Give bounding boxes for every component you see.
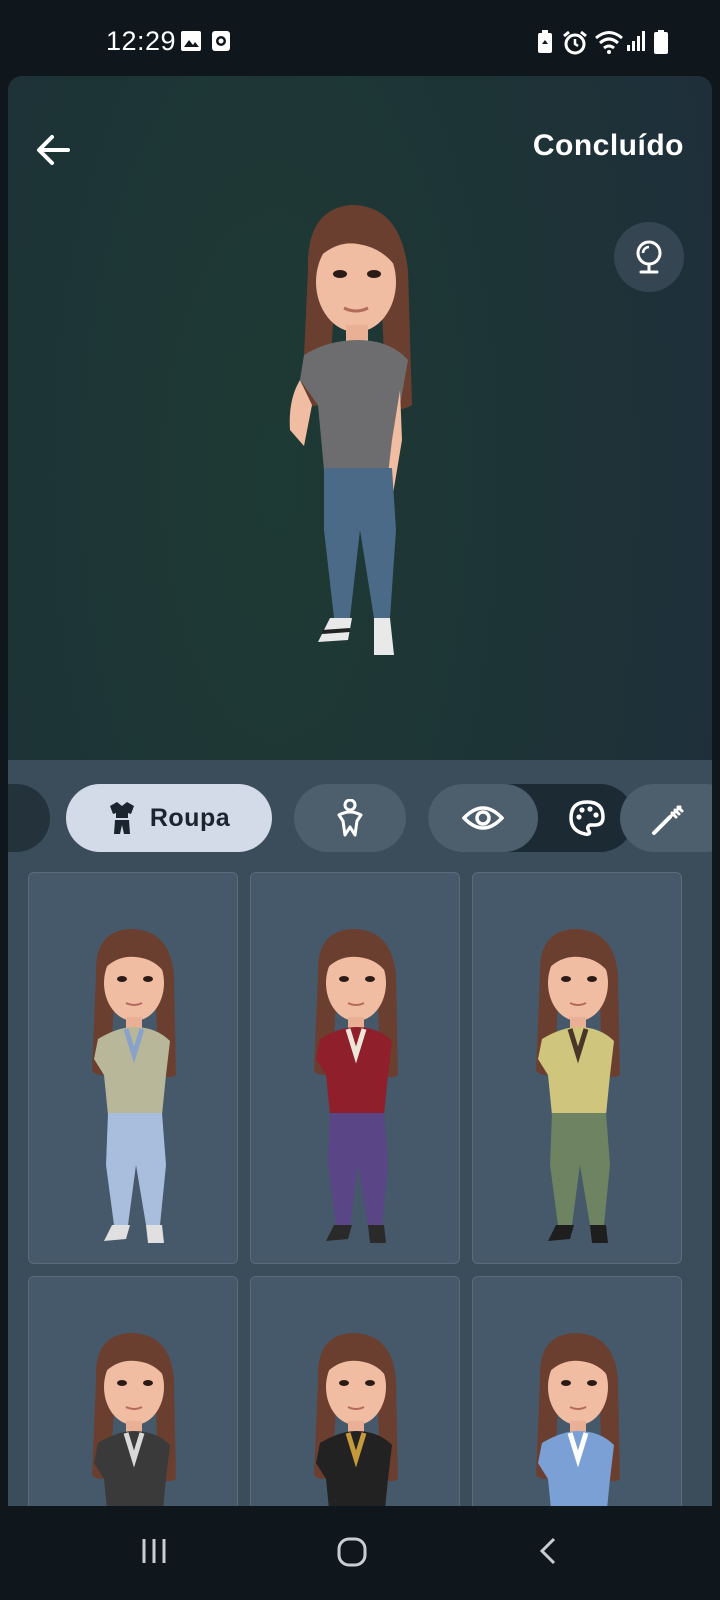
battery-icon [654,30,668,54]
body-icon [337,799,363,837]
mirror-icon [636,240,662,274]
outfit-card[interactable] [472,872,682,1264]
avatar-editor-sheet: Concluído Roupa [8,76,712,1506]
alarm-icon [563,30,587,55]
mirror-button[interactable] [614,222,684,292]
record-icon [212,31,230,51]
back-nav-icon[interactable] [536,1536,560,1566]
recents-icon[interactable] [140,1536,168,1566]
battery-saver-icon [538,30,552,53]
navigation-bar [0,1506,720,1600]
palette-icon [569,800,605,836]
done-button[interactable]: Concluído [533,129,684,163]
outfit-avatar [314,1333,398,1506]
image-icon [181,31,201,51]
outfit-card[interactable] [28,872,238,1264]
outfit-card[interactable] [250,1276,460,1506]
tab-roupa[interactable]: Roupa [66,784,272,852]
status-time: 12:29 [106,26,177,56]
category-tabs: Roupa [8,760,712,868]
avatar-preview [289,204,412,655]
tab-eye[interactable] [428,784,538,852]
outfit-card[interactable] [28,1276,238,1506]
outfit-avatar [536,1333,620,1506]
tab-group-style [428,784,634,852]
home-icon[interactable] [336,1536,368,1568]
tab-body[interactable] [294,784,406,852]
tab-roupa-label: Roupa [149,803,231,832]
arrow-left-icon [37,135,70,165]
brush-icon [652,805,684,835]
status-bar: 12:29 [0,0,720,76]
signal-icon [627,31,645,51]
outfit-avatar [92,1333,176,1506]
outfit-card[interactable] [472,1276,682,1506]
customization-panel: Roupa [8,760,712,1506]
outfit-avatar [92,929,176,1243]
back-button[interactable] [30,128,82,172]
tab-brush[interactable] [620,784,712,852]
outfit-avatar [314,929,398,1243]
tab-previous[interactable] [8,784,50,852]
outfit-card[interactable] [250,872,460,1264]
outfit-avatar [536,929,620,1243]
wifi-icon [595,31,623,54]
outfit-icon [109,802,134,834]
eye-icon [462,806,504,830]
